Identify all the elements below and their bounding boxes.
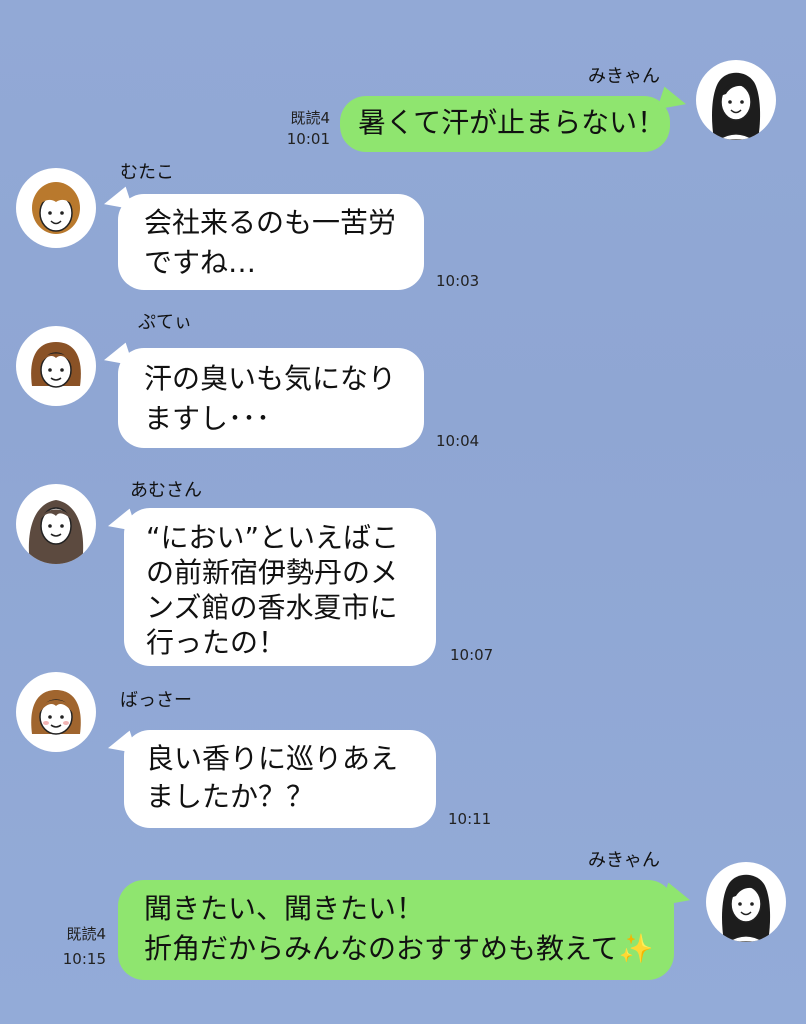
sender-name: みきゃん [588,66,660,87]
message-meta: 既読4 10:15 [46,924,106,970]
message-bubble[interactable]: 汗の臭いも気になり ますし･･･ [118,348,424,448]
read-receipt: 既読4 [290,109,330,127]
avatar-short-brown-hair-icon [32,182,80,234]
timestamp: 10:03 [436,272,480,290]
message-meta: 既読4 10:01 [270,108,330,150]
sender-name: あむさん [130,480,202,501]
sender-name: むたこ [120,162,174,183]
sender-name: ぷてぃ [138,312,192,333]
timestamp: 10:15 [62,950,106,968]
timestamp: 10:04 [436,432,480,450]
avatar[interactable] [16,672,96,752]
timestamp: 10:11 [448,810,492,828]
avatar-wavy-brown-hair-icon [31,342,81,388]
avatar[interactable] [16,168,96,248]
message-bubble[interactable]: 良い香りに巡りあえ ましたか？？ [124,730,436,828]
read-receipt: 既読4 [66,925,106,943]
message-bubble[interactable]: 暑くて汗が止まらない！ [340,96,670,152]
avatar[interactable] [706,862,786,942]
timestamp: 10:07 [450,646,494,664]
sender-name: みきゃん [588,850,660,871]
message-bubble[interactable]: 聞きたい、聞きたい！ 折角だからみんなのおすすめも教えて✨ [118,880,674,980]
avatar-long-wavy-hair-icon [28,500,84,564]
avatar-long-black-hair-icon [712,72,761,140]
message-bubble[interactable]: “におい”といえばこ の前新宿伊勢丹のメ ンズ館の香水夏市に 行ったの！ [124,508,436,666]
avatar[interactable] [696,60,776,140]
avatar-brown-hair-icon [31,690,81,735]
sender-name: ばっさー [120,690,192,711]
avatar[interactable] [16,326,96,406]
timestamp: 10:01 [286,130,330,148]
chat-area: みきゃん 既読4 10:01 暑くて汗が止まらない！ むたこ 会社来るのも一苦労… [0,0,806,1024]
message-bubble[interactable]: 会社来るのも一苦労 ですね… [118,194,424,290]
avatar[interactable] [16,484,96,564]
avatar-long-black-hair-icon [722,874,771,942]
